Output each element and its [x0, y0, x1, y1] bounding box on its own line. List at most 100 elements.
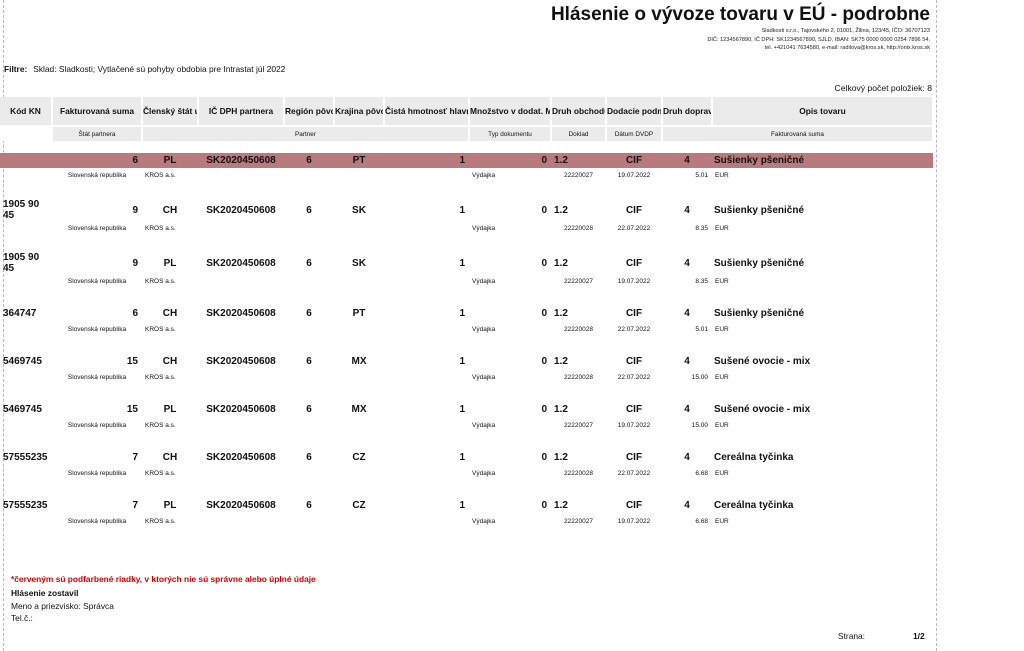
table-body: 6 PL SK2020450608 6 PT 1 0 1.2 CIF 4 Sušienky pšen…	[0, 153, 933, 528]
company-info: Sladkosti s.r.o., Tajovského 2, 01001, Ž…	[707, 27, 930, 53]
error-note: *červeným sú podfarbené riadky, v ktorýc…	[11, 574, 316, 584]
row-suma: 9	[132, 257, 138, 269]
row-opis: Sušienky pšeničné	[714, 308, 805, 319]
row-druh-dopravy: 4	[684, 308, 690, 319]
col-fakturovana-suma: Fakturovaná suma	[52, 97, 143, 126]
table-row-detail: Slovenská republika KROS a.s. Výdajka 22220…	[0, 322, 933, 336]
row-suma: 9	[132, 204, 138, 216]
row-hmotnost: 1	[459, 452, 465, 463]
row-krajina: PT	[352, 308, 366, 319]
detail-mena: EUR	[715, 421, 729, 429]
col-druh-obchodu: Druh obchodu	[551, 97, 607, 126]
col-druh-dopravy: Druh dopravy	[662, 97, 713, 126]
detail-doklad: 22220027	[564, 277, 593, 285]
row-hmotnost: 1	[459, 404, 465, 415]
row-kod-kn: 364747	[3, 308, 37, 319]
table-row: 57555235 7 CH SK2020450608 6 CZ 1 0 1.2 CIF 4 Cereá…	[0, 449, 933, 466]
row-dodacie: CIF	[625, 356, 643, 367]
table-row-error: 6 PL SK2020450608 6 PT 1 0 1.2 CIF 4 Sušienky pšen…	[0, 153, 933, 168]
table-row-detail: Slovenská republika KROS a.s. Výdajka 22220…	[0, 514, 933, 528]
detail-doklad: 22220028	[564, 469, 593, 477]
row-suma: 6	[52, 153, 142, 168]
detail-typ-dokumentu: Výdajka	[472, 325, 496, 333]
detail-stat-partnera: Slovenská republika	[67, 421, 127, 429]
row-druh-dopravy: 4	[684, 257, 690, 269]
row-druh-obchodu: 1.2	[554, 204, 568, 216]
row-opis: Sušienky pšeničné	[714, 204, 805, 216]
page-label: Strana:	[838, 631, 866, 641]
row-suma: 15	[126, 356, 138, 367]
detail-suma: 15.00	[691, 373, 708, 381]
row-ic-dph: SK2020450608	[206, 452, 276, 463]
detail-mena: EUR	[715, 373, 729, 381]
row-region: 6	[306, 356, 312, 367]
detail-suma: 5.01	[695, 325, 708, 333]
row-druh-dopravy: 4	[684, 404, 690, 415]
row-ic-dph: SK2020450608	[206, 356, 276, 367]
row-ic-dph: SK2020450608	[206, 204, 276, 216]
row-krajina: MX	[351, 404, 367, 415]
detail-suma: 8.35	[695, 224, 708, 232]
row-kod-kn: 57555235	[3, 500, 48, 511]
row-hmotnost: 1	[459, 308, 465, 319]
row-suma: 7	[132, 500, 138, 511]
table-subheader: Štát partnera Partner Typ dokumentu Dokl…	[0, 125, 934, 141]
report-footer: Hlásenie zostavil Meno a priezvisko: Spr…	[11, 587, 114, 625]
row-hmotnost: 1	[459, 356, 465, 367]
row-opis: Sušené ovocie - mix	[714, 356, 811, 367]
row-druh-dopravy: 4	[684, 500, 690, 511]
company-line-1: Sladkosti s.r.o., Tajovského 2, 01001, Ž…	[761, 28, 930, 34]
report-page: Hlásenie o vývoze tovaru v EÚ - podrobne…	[0, 0, 937, 651]
row-dodacie: CIF	[625, 308, 643, 319]
row-druh-obchodu: 1.2	[551, 153, 606, 168]
detail-typ-dokumentu: Výdajka	[472, 373, 496, 381]
row-druh-dopravy: 4	[662, 153, 712, 168]
row-suma: 6	[132, 308, 138, 319]
row-druh-dopravy: 4	[684, 356, 690, 367]
report-title: Hlásenie o vývoze tovaru v EÚ - podrobne	[550, 4, 930, 25]
row-stat: CH	[162, 308, 178, 319]
subcol-typ-dokumentu: Typ dokumentu	[469, 125, 552, 141]
table-row: 364747 6 CH SK2020450608 6 PT 1 0 1.2 CIF 4 Sušienk…	[0, 305, 933, 322]
col-hmotnost: Čistá hmotnosť hlavnej MJ (kg)	[384, 97, 470, 126]
row-stat: CH	[162, 452, 178, 463]
detail-doklad: 22220028	[564, 373, 593, 381]
subcol-datum: Dátum DVDP	[606, 125, 663, 141]
detail-suma: 5.01	[695, 171, 708, 179]
compiler-tel: Tel.č.:	[11, 613, 33, 623]
row-stat: PL	[163, 500, 177, 511]
row-kod-kn: 1905 90 45	[3, 199, 40, 221]
table-row-detail: Slovenská republika KROS a.s. Výdajka 22220…	[0, 274, 933, 288]
detail-doklad: 22220027	[564, 517, 593, 525]
detail-partner: KROS a.s.	[145, 517, 176, 525]
row-region: 6	[306, 257, 312, 269]
row-hmotnost: 1	[459, 204, 465, 216]
row-mnozstvo: 0	[541, 308, 547, 319]
row-druh-dopravy: 4	[684, 204, 690, 216]
table-row: 1905 90 45 9 PL SK2020450608 6 SK 1 0 1.2 CIF 4 Suš…	[0, 252, 933, 274]
detail-mena: EUR	[715, 469, 729, 477]
col-ic-dph: IČ DPH partnera	[198, 97, 285, 126]
row-mnozstvo: 0	[541, 204, 547, 216]
row-krajina: CZ	[352, 452, 366, 463]
detail-doklad: 22220028	[564, 325, 593, 333]
compiler-name: Meno a priezvisko: Správca	[11, 600, 114, 611]
detail-partner: KROS a.s.	[145, 277, 176, 285]
col-krajina: Krajina pôvodu	[334, 97, 385, 126]
detail-mena: EUR	[715, 277, 729, 285]
detail-mena: EUR	[715, 325, 729, 333]
detail-datum: 22.07.2022	[617, 469, 651, 477]
row-ic-dph: SK2020450608	[206, 404, 276, 415]
detail-stat-partnera: Slovenská republika	[67, 171, 127, 179]
col-opis: Opis tovaru	[712, 97, 934, 126]
row-druh-obchodu: 1.2	[554, 500, 568, 511]
row-kod-kn: 1905 90 45	[3, 252, 40, 274]
row-dodacie: CIF	[625, 452, 643, 463]
detail-suma: 6.68	[695, 517, 708, 525]
detail-stat-partnera: Slovenská republika	[67, 469, 127, 477]
row-mnozstvo: 0	[541, 452, 547, 463]
filter-line: Filtre: Sklad: Sladkosti; Vytlačené sú po…	[4, 64, 285, 74]
row-druh-dopravy: 4	[684, 452, 690, 463]
filter-label: Filtre:	[4, 64, 28, 74]
subcol-partner: Partner	[142, 125, 470, 141]
